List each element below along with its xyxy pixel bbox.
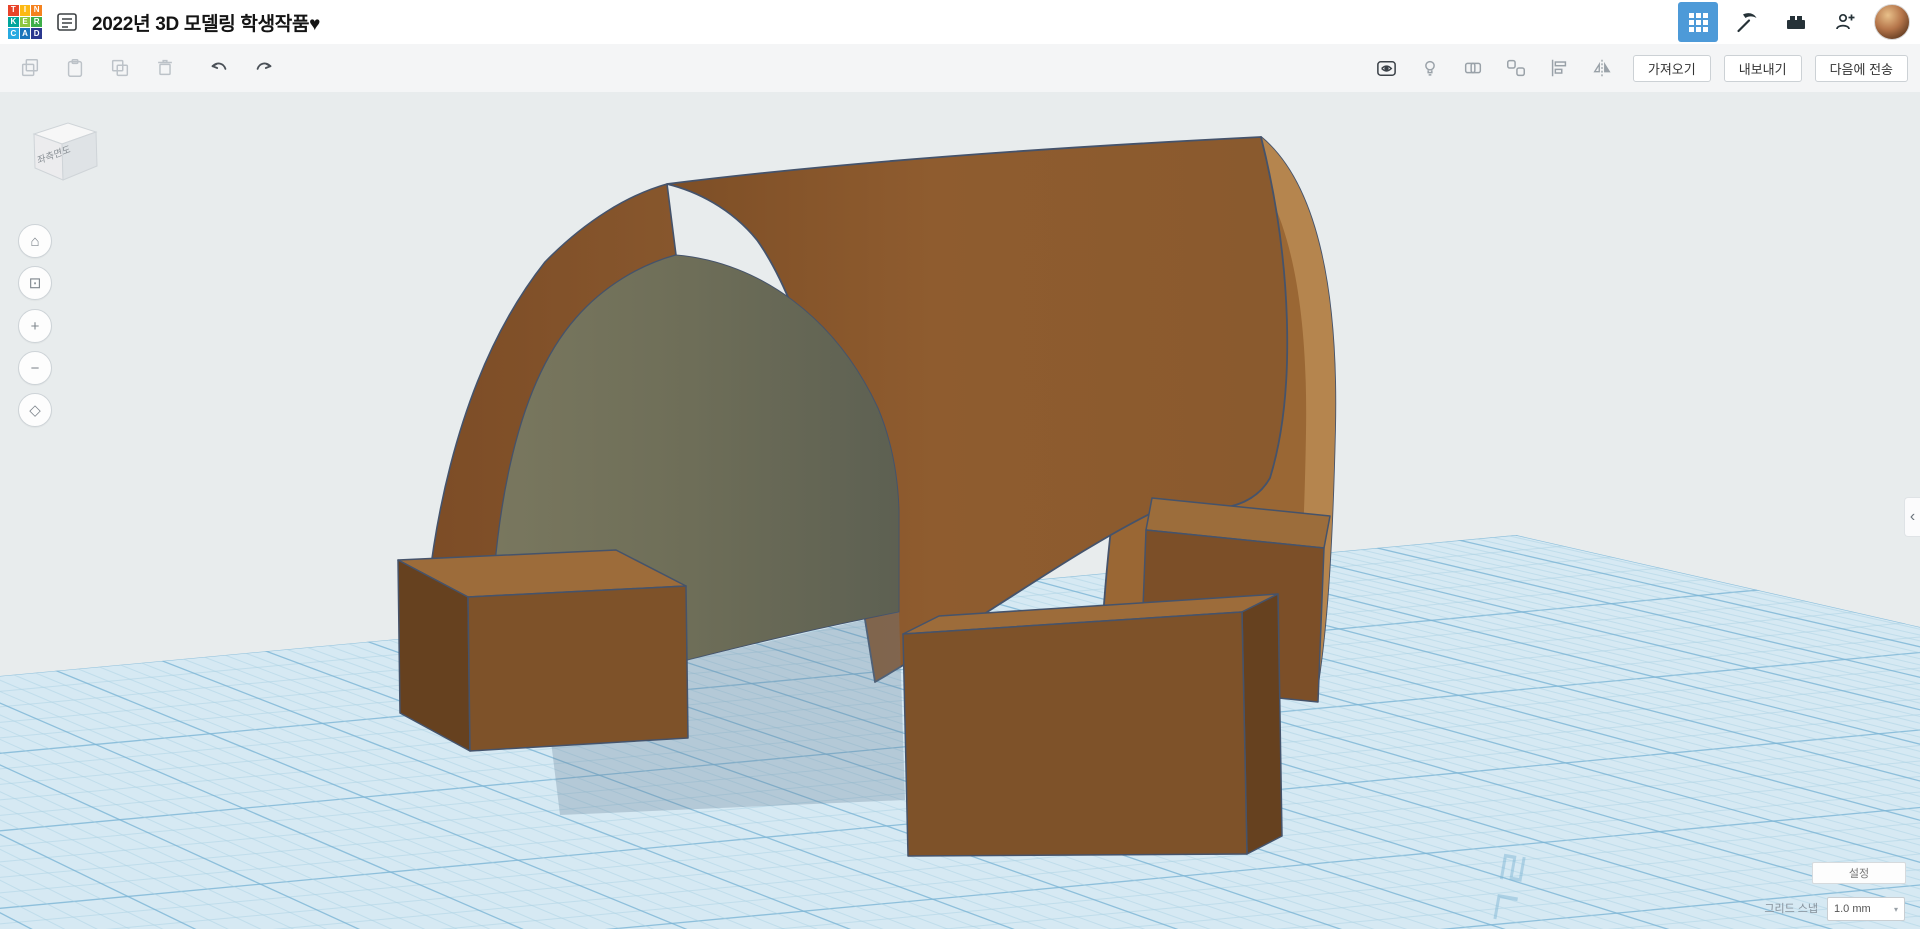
- logo-tile: E: [19, 16, 31, 28]
- invite-button[interactable]: [1825, 2, 1865, 42]
- my-designs-button[interactable]: [52, 7, 82, 37]
- logo-tile: R: [31, 16, 42, 28]
- mirror-icon: [1593, 59, 1611, 77]
- perspective-toggle-button[interactable]: ◇: [18, 393, 52, 427]
- chevron-left-icon: ‹: [1909, 508, 1916, 525]
- view-cube[interactable]: 좌측면도: [20, 112, 106, 188]
- grid-settings-button[interactable]: 설정: [1812, 862, 1906, 884]
- edit-toolbar: 가져오기 내보내기 다음에 전송: [0, 44, 1920, 92]
- ungroup-button[interactable]: [1498, 50, 1534, 86]
- zoom-in-button[interactable]: +: [18, 309, 52, 343]
- duplicate-icon: [111, 59, 129, 77]
- history-tools: [201, 50, 282, 86]
- delete-button[interactable]: [147, 50, 183, 86]
- model-left-box-front[interactable]: [467, 585, 689, 752]
- logo-tile: D: [31, 28, 42, 39]
- viewport-canvas[interactable]: ㄹㄴ: [0, 0, 1920, 929]
- light-button[interactable]: [1412, 50, 1448, 86]
- apps-grid-button[interactable]: [1678, 2, 1718, 42]
- group-button[interactable]: [1455, 50, 1491, 86]
- copy-button[interactable]: [12, 50, 48, 86]
- paste-icon: [67, 59, 83, 77]
- mirror-button[interactable]: [1584, 50, 1620, 86]
- logo-tile: I: [19, 5, 31, 16]
- minecraft-export-button[interactable]: [1727, 2, 1767, 42]
- copy-icon: [21, 59, 39, 77]
- header-actions: [1678, 2, 1910, 42]
- clipboard-tools: [12, 50, 183, 86]
- chevron-down-icon: ▾: [1893, 904, 1898, 914]
- logo-tile: A: [19, 28, 31, 39]
- app-header: T I N K E R C A D 2022년 3D 모델링 학생작품♥: [0, 0, 1920, 45]
- person-plus-icon: [1836, 13, 1855, 30]
- grid-snap-label: 그리드 스냅: [1764, 903, 1818, 915]
- list-icon: [57, 13, 77, 31]
- lightbulb-icon: [1425, 60, 1435, 76]
- paste-button[interactable]: [57, 50, 93, 86]
- logo-tile: T: [8, 5, 19, 16]
- logo-tile: N: [31, 5, 42, 16]
- home-view-button[interactable]: ⌂: [18, 224, 52, 258]
- trash-icon: [158, 59, 172, 76]
- design-title[interactable]: 2022년 3D 모델링 학생작품♥: [92, 9, 320, 36]
- brick-export-button[interactable]: [1776, 2, 1816, 42]
- logo-tile: C: [8, 28, 19, 39]
- collapse-panel-tab[interactable]: ‹: [1904, 497, 1920, 537]
- redo-icon: [256, 62, 272, 70]
- grid-snap-value: 1.0 mm: [1834, 903, 1871, 915]
- pickaxe-icon: [1737, 13, 1757, 33]
- logo-tile: K: [8, 16, 19, 28]
- grid-snap-select[interactable]: 1.0 mm ▾: [1827, 897, 1905, 921]
- tinkercad-logo[interactable]: T I N K E R C A D: [8, 5, 42, 39]
- import-button[interactable]: 가져오기: [1632, 54, 1711, 82]
- eye-icon: [1377, 60, 1397, 76]
- apps-grid-icon: [1688, 12, 1708, 32]
- align-icon: [1551, 59, 1567, 77]
- show-all-button[interactable]: [1369, 50, 1405, 86]
- fit-view-button[interactable]: ⊡: [18, 266, 52, 300]
- duplicate-button[interactable]: [102, 50, 138, 86]
- ungroup-icon: [1506, 59, 1525, 77]
- model-right-box-side[interactable]: [1241, 593, 1283, 855]
- undo-button[interactable]: [201, 50, 237, 86]
- export-button[interactable]: 내보내기: [1723, 54, 1802, 82]
- undo-icon: [211, 62, 227, 70]
- send-to-button[interactable]: 다음에 전송: [1814, 54, 1908, 82]
- zoom-out-button[interactable]: −: [18, 351, 52, 385]
- align-button[interactable]: [1541, 50, 1577, 86]
- group-icon: [1464, 62, 1481, 74]
- redo-button[interactable]: [246, 50, 282, 86]
- model-right-box-front[interactable]: [902, 611, 1248, 857]
- brick-icon: [1787, 16, 1805, 29]
- user-avatar[interactable]: [1874, 4, 1910, 40]
- shape-tools: 가져오기 내보내기 다음에 전송: [1369, 50, 1908, 86]
